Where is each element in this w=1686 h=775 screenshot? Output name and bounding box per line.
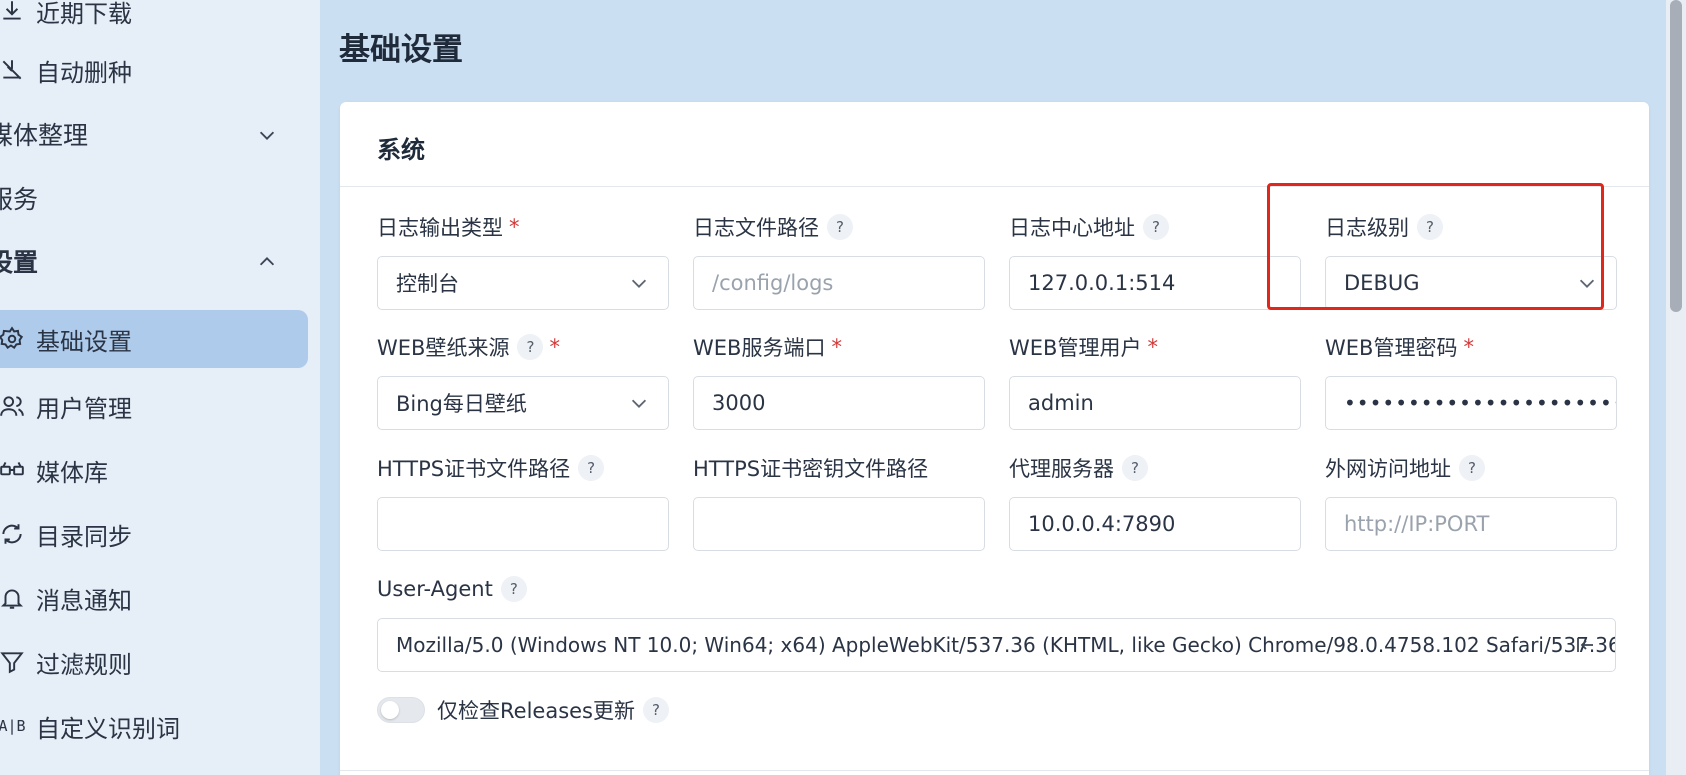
log-type-select[interactable]: 控制台 [377,256,669,310]
field-label: 日志输出类型 [377,216,503,240]
sidebar-item-label: 用户管理 [36,394,132,423]
field-https-key: HTTPS证书密钥文件路径 [693,453,985,551]
log-path-input[interactable]: /config/logs [693,256,985,310]
field-label: 外网访问地址 [1325,457,1451,481]
divider [340,770,1649,771]
sidebar-item-recent-downloads[interactable]: 近期下载 [0,0,308,40]
help-icon[interactable]: ? [578,455,605,481]
sidebar-item-custom-words[interactable]: A|B 自定义识别词 [0,697,308,755]
field-wallpaper: WEB壁纸来源? * Bing每日壁纸 [377,332,669,430]
scrollbar-thumb[interactable] [1670,0,1682,312]
field-proxy: 代理服务器? 10.0.0.4:7890 [1009,453,1301,551]
sidebar-group-label: 媒体整理 [0,121,89,150]
required-mark: * [509,215,520,239]
help-icon[interactable]: ? [827,214,853,240]
sidebar-item-label: 媒体库 [36,458,108,487]
sidebar-item-basic-settings[interactable]: 基础设置 [0,310,308,368]
page-title: 基础设置 [339,32,463,68]
external-url-input[interactable]: http://IP:PORT [1325,497,1617,551]
help-icon[interactable]: ? [500,576,527,602]
reset-to-default-icon[interactable] [1573,633,1597,657]
releases-toggle[interactable] [377,697,425,723]
https-key-input[interactable] [693,497,985,551]
releases-switch-row: 仅检查Releases更新 ? [377,695,669,725]
sidebar-item-label: 近期下载 [36,0,132,28]
field-https-cert: HTTPS证书文件路径? [377,453,669,551]
field-label: 代理服务器 [1009,457,1114,481]
user-agent-input[interactable]: Mozilla/5.0 (Windows NT 10.0; Win64; x64… [377,618,1616,672]
web-port-input[interactable]: 3000 [693,376,985,430]
sync-icon [0,520,26,548]
sidebar-item-auto-delete[interactable]: 自动删种 [0,41,308,99]
sidebar-item-user-management[interactable]: 用户管理 [0,377,308,435]
sidebar-item-label: 自定义识别词 [36,714,180,743]
download-icon [0,0,26,25]
sidebar-group-services[interactable]: 服务 [0,169,296,227]
field-label: HTTPS证书密钥文件路径 [693,457,929,481]
toggle-knob [381,701,399,719]
field-web-port: WEB服务端口 * 3000 [693,332,985,430]
sidebar-item-label: 过滤规则 [36,650,132,679]
required-mark: * [549,335,560,359]
sidebar-item-notifications[interactable]: 消息通知 [0,569,308,627]
highlight-annotation [1267,183,1604,310]
scrollbar[interactable] [1666,0,1686,775]
required-mark: * [1147,335,1158,359]
sidebar-item-label: 消息通知 [36,586,132,615]
card-title: 系统 [377,136,425,164]
field-label: WEB壁纸来源 [377,336,510,360]
chevron-down-icon [628,272,650,294]
switch-label: 仅检查Releases更新 [437,699,635,723]
web-user-input[interactable]: admin [1009,376,1301,430]
field-label: 日志中心地址 [1009,216,1135,240]
field-user-agent: User-Agent? [377,574,777,604]
ab-icon: A|B [0,717,26,735]
bell-icon [0,584,26,612]
sidebar-item-label: 基础设置 [36,327,132,356]
help-icon[interactable]: ? [1122,455,1148,481]
field-log-path: 日志文件路径? /config/logs [693,212,985,310]
field-log-center: 日志中心地址? 127.0.0.1:514 [1009,212,1301,310]
sidebar-group-settings[interactable]: 设置 [0,232,296,290]
filter-icon [0,648,26,676]
sidebar-item-filter-rules[interactable]: 过滤规则 [0,633,308,691]
field-log-type: 日志输出类型 * 控制台 [377,212,669,310]
web-password-input[interactable]: •••••••••••••••••••••••••••••• [1325,376,1617,430]
sidebar-item-label: 目录同步 [36,522,132,551]
field-label: HTTPS证书文件路径 [377,457,571,481]
field-label: WEB管理用户 [1009,336,1142,360]
sidebar-group-media-organize[interactable]: 媒体整理 [0,105,296,163]
field-external-url: 外网访问地址? http://IP:PORT [1325,453,1617,551]
gear-icon [0,325,26,353]
field-label: 日志文件路径 [693,216,819,240]
chevron-down-icon [628,392,650,414]
sidebar-item-label: 自动删种 [36,58,132,87]
help-icon[interactable]: ? [517,334,544,360]
field-label: WEB服务端口 [693,336,826,360]
glasses-icon [0,456,26,484]
sidebar-group-label: 设置 [0,248,39,277]
sidebar-group-label: 服务 [0,185,39,214]
proxy-input[interactable]: 10.0.0.4:7890 [1009,497,1301,551]
https-cert-input[interactable] [377,497,669,551]
help-icon[interactable]: ? [643,697,669,723]
chevron-down-icon [256,123,278,145]
users-icon [0,392,26,420]
auto-delete-icon [0,56,26,84]
sidebar-item-directory-sync[interactable]: 目录同步 [0,505,308,563]
required-mark: * [831,335,842,359]
field-label: User-Agent [377,577,493,601]
log-center-input[interactable]: 127.0.0.1:514 [1009,256,1301,310]
sidebar-item-media-library[interactable]: 媒体库 [0,441,308,499]
field-web-user: WEB管理用户 * admin [1009,332,1301,430]
help-icon[interactable]: ? [1459,455,1485,481]
chevron-up-icon [256,250,278,272]
required-mark: * [1463,335,1474,359]
help-icon[interactable]: ? [1143,214,1169,240]
wallpaper-select[interactable]: Bing每日壁纸 [377,376,669,430]
field-web-password: WEB管理密码* •••••••••••••••••••••••••••••• [1325,332,1617,430]
field-label: WEB管理密码 [1325,336,1458,360]
sidebar: 近期下载 自动删种 媒体整理 服务 设置 基础设置 用户管理 媒体库 目录同步 … [0,0,320,775]
